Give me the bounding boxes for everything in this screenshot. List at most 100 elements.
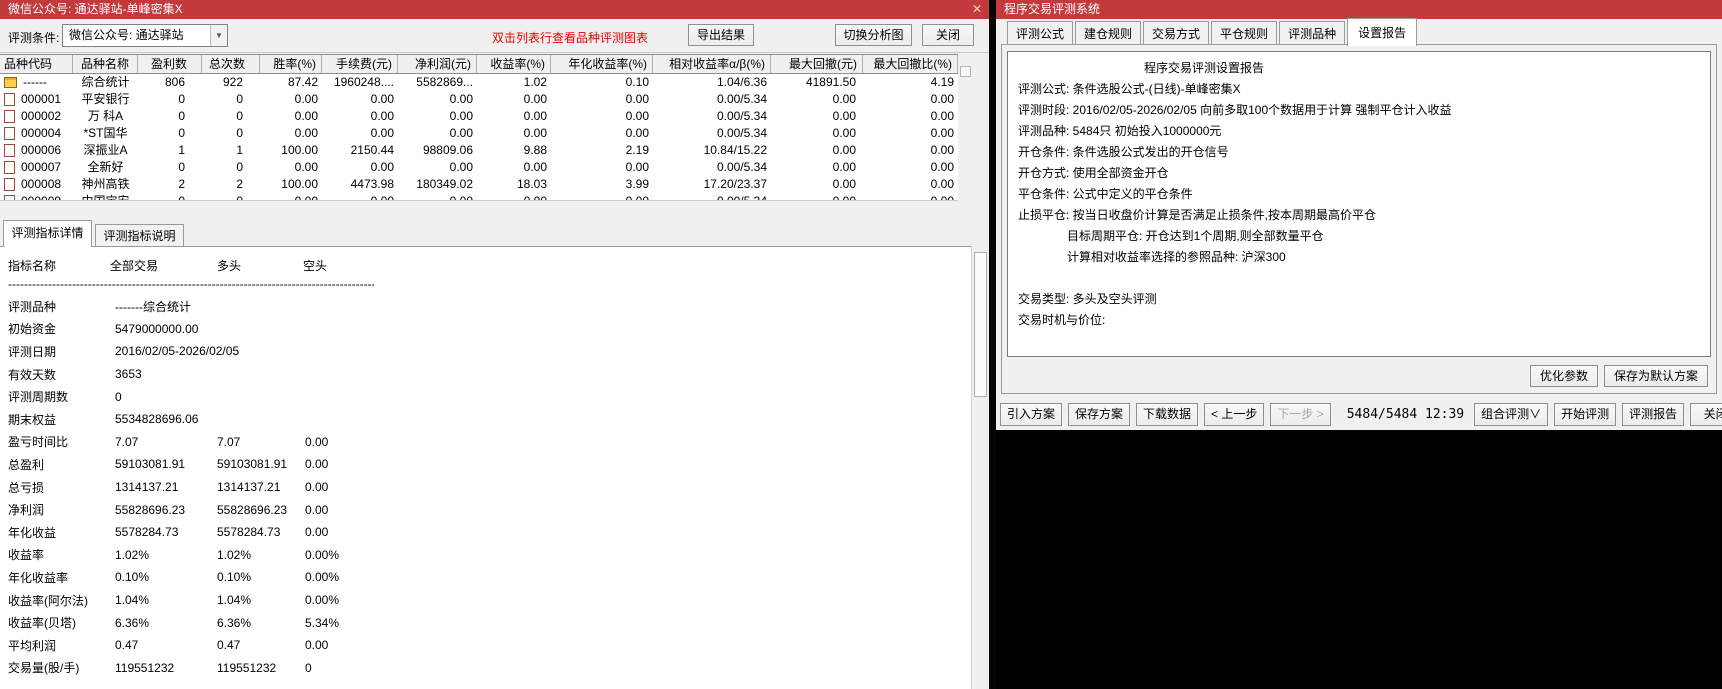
tab-评测公式[interactable]: 评测公式	[1007, 21, 1074, 45]
button-< 上一步[interactable]: < 上一步	[1204, 402, 1265, 426]
switch-analysis-chart-button[interactable]: 切换分析图	[835, 24, 912, 46]
stat-long: 1314137.21	[217, 480, 281, 495]
stat-row: 净利润 55828696.23 55828696.23 0.00	[0, 498, 971, 521]
column-header[interactable]: 品种名称	[73, 55, 138, 73]
column-header[interactable]: 收益率(%)	[477, 55, 551, 73]
column-header[interactable]: 品种代码	[0, 55, 73, 73]
table-scroll-corner[interactable]	[960, 66, 971, 77]
report-line	[1018, 268, 1700, 289]
stat-label: 收益率(阿尔法)	[8, 593, 88, 608]
report-line: 交易时机与价位:	[1018, 313, 1106, 327]
stats-scrollbar-thumb[interactable]	[974, 252, 987, 397]
results-table-header: 品种代码 品种名称 盈利数 总次数 胜率(%) 手续费(元) 净利润(元) 收益率(%) 年化收…	[0, 54, 958, 74]
settings-report-textarea[interactable]: 程序交易评测设置报告 评测公式: 条件选股公式-(日线)-单峰密集X 评测时段: …	[1007, 51, 1711, 357]
table-cell: 4.19	[930, 75, 954, 89]
tab-平仓规则[interactable]: 平仓规则	[1211, 21, 1278, 45]
button-开始评测[interactable]: 开始评测	[1554, 402, 1617, 426]
symbol-code-cell: 000004	[0, 125, 73, 142]
column-header[interactable]: 手续费(元)	[322, 55, 398, 73]
column-header[interactable]: 净利润(元)	[398, 55, 477, 73]
stat-short: 0.00	[305, 457, 329, 472]
button-组合评测∨[interactable]: 组合评测∨	[1474, 402, 1549, 426]
table-cell: 0	[178, 194, 185, 201]
stat-all-trades: 5534828696.06	[115, 412, 199, 427]
table-cell: 0.00	[930, 143, 954, 157]
button-保存为默认方案[interactable]: 保存为默认方案	[1603, 365, 1708, 387]
table-row[interactable]: 000008 神州高铁 2 2 100.00 4473.98 180349.02 18.03 3…	[0, 176, 958, 193]
column-header[interactable]: 最大回撤(元)	[771, 55, 863, 73]
column-header[interactable]: 相对收益率α/β(%)	[653, 55, 771, 73]
button-保存方案[interactable]: 保存方案	[1068, 402, 1131, 426]
table-cell: 0	[236, 126, 243, 140]
table-cell: 0.00	[449, 92, 473, 106]
table-row[interactable]: 000004 *ST国华 0 0 0.00 0.00 0.00 0.00 0.00 0.00/5.…	[0, 125, 958, 142]
button-评测报告[interactable]: 评测报告	[1622, 402, 1685, 426]
stats-scrollbar[interactable]	[971, 246, 989, 689]
left-titlebar[interactable]: 微信公众号: 通达驿站-单峰密集X ✕	[0, 0, 989, 19]
stat-short: 5.34%	[305, 615, 340, 630]
stats-rows: 评测品种 -------综合统计 初始资金 5479000000.00 评测日期 2016…	[0, 295, 971, 679]
stat-label: 净利润	[8, 503, 45, 518]
tab-设置报告[interactable]: 设置报告	[1347, 18, 1418, 46]
button-关闭[interactable]: 关闭	[1690, 402, 1722, 426]
tab-建仓规则[interactable]: 建仓规则	[1075, 21, 1142, 45]
symbol-name-cell: 平安银行	[81, 92, 130, 106]
button-下载数据[interactable]: 下载数据	[1136, 402, 1199, 426]
chart-black-area	[996, 430, 1722, 689]
stat-row: 期末权益 5534828696.06	[0, 408, 971, 431]
column-header[interactable]: 年化收益率(%)	[551, 55, 653, 73]
stat-long: 1.02%	[217, 547, 252, 562]
button-下一步 >: 下一步 >	[1270, 402, 1331, 426]
right-titlebar[interactable]: 程序交易评测系统	[996, 0, 1722, 19]
report-line: 开仓条件: 条件选股公式发出的开仓信号	[1018, 145, 1229, 159]
document-icon	[4, 195, 15, 200]
stat-short: 0.00	[305, 480, 329, 495]
column-header[interactable]: 胜率(%)	[260, 55, 322, 73]
table-cell: 0.00/5.34	[716, 194, 767, 201]
table-row[interactable]: 000007 全新好 0 0 0.00 0.00 0.00 0.00 0.00 0.00/5.34…	[0, 159, 958, 176]
table-cell: 100.00	[281, 177, 318, 191]
table-row[interactable]: 000009 中国宝安 0 0 0.00 0.00 0.00 0.00 0.00 0.00/5.3…	[0, 193, 958, 201]
export-results-button[interactable]: 导出结果	[688, 24, 754, 46]
progress-status: 5484/5484 12:39	[1346, 406, 1465, 422]
table-row[interactable]: 000006 深振业A 1 1 100.00 2150.44 98809.06 9.88 2.1…	[0, 142, 958, 159]
settings-report-tabpage: 程序交易评测设置报告 评测公式: 条件选股公式-(日线)-单峰密集X 评测时段: …	[1001, 44, 1717, 394]
stat-row: 年化收益率 0.10% 0.10% 0.00%	[0, 566, 971, 589]
settings-tabs: 评测公式 建仓规则 交易方式 平仓规则 评测品种 设置报告	[1007, 18, 1419, 46]
stat-short: 0.00	[305, 525, 329, 540]
table-cell: 0.00	[930, 92, 954, 106]
stat-label: 收益率(贝塔)	[8, 616, 76, 631]
bottom-toolbar: 引入方案 保存方案 下载数据 < 上一步 下一步 > 5484/5484 12:39 组…	[996, 398, 1722, 430]
tab-交易方式[interactable]: 交易方式	[1143, 21, 1210, 45]
tab-indicator-description[interactable]: 评测指标说明	[95, 224, 184, 246]
table-row[interactable]: ------ 综合统计 806 922 87.42 1960248.... 5582869.…	[0, 74, 958, 91]
close-icon[interactable]: ✕	[970, 0, 984, 19]
stat-row: 初始资金 5479000000.00	[0, 318, 971, 341]
column-header[interactable]: 总次数	[202, 55, 260, 73]
table-cell: 0.00	[625, 160, 649, 174]
button-优化参数[interactable]: 优化参数	[1529, 365, 1598, 387]
condition-combobox[interactable]: 微信公众号: 通达驿站 ▼	[62, 24, 228, 47]
stat-row: 评测品种 -------综合统计	[0, 295, 971, 318]
table-cell: 17.20/23.37	[703, 177, 767, 191]
symbol-name-cell: 中国宝安	[81, 194, 130, 201]
right-window-title: 程序交易评测系统	[1004, 2, 1101, 16]
tab-indicator-details[interactable]: 评测指标详情	[3, 220, 92, 247]
column-header[interactable]: 最大回撤比(%)	[863, 55, 958, 73]
stat-row: 平均利润 0.47 0.47 0.00	[0, 634, 971, 657]
table-cell: 9.88	[523, 143, 547, 157]
tab-评测品种[interactable]: 评测品种	[1279, 21, 1346, 45]
close-button[interactable]: 关闭	[922, 24, 974, 46]
table-cell: 0	[178, 92, 185, 106]
column-header[interactable]: 盈利数	[138, 55, 202, 73]
table-row[interactable]: 000001 平安银行 0 0 0.00 0.00 0.00 0.00 0.00 0.00/5.3…	[0, 91, 958, 108]
table-cell: 0.00	[523, 109, 547, 123]
table-cell: 180349.02	[416, 177, 473, 191]
chevron-down-icon[interactable]: ▼	[210, 25, 227, 46]
symbol-name-cell: 神州高铁	[81, 177, 130, 191]
document-icon	[4, 161, 15, 174]
button-引入方案[interactable]: 引入方案	[1000, 402, 1063, 426]
symbol-code: 000002	[21, 109, 62, 123]
table-cell: 0	[178, 126, 185, 140]
table-row[interactable]: 000002 万 科A 0 0 0.00 0.00 0.00 0.00 0.00 0.00/5.3…	[0, 108, 958, 125]
